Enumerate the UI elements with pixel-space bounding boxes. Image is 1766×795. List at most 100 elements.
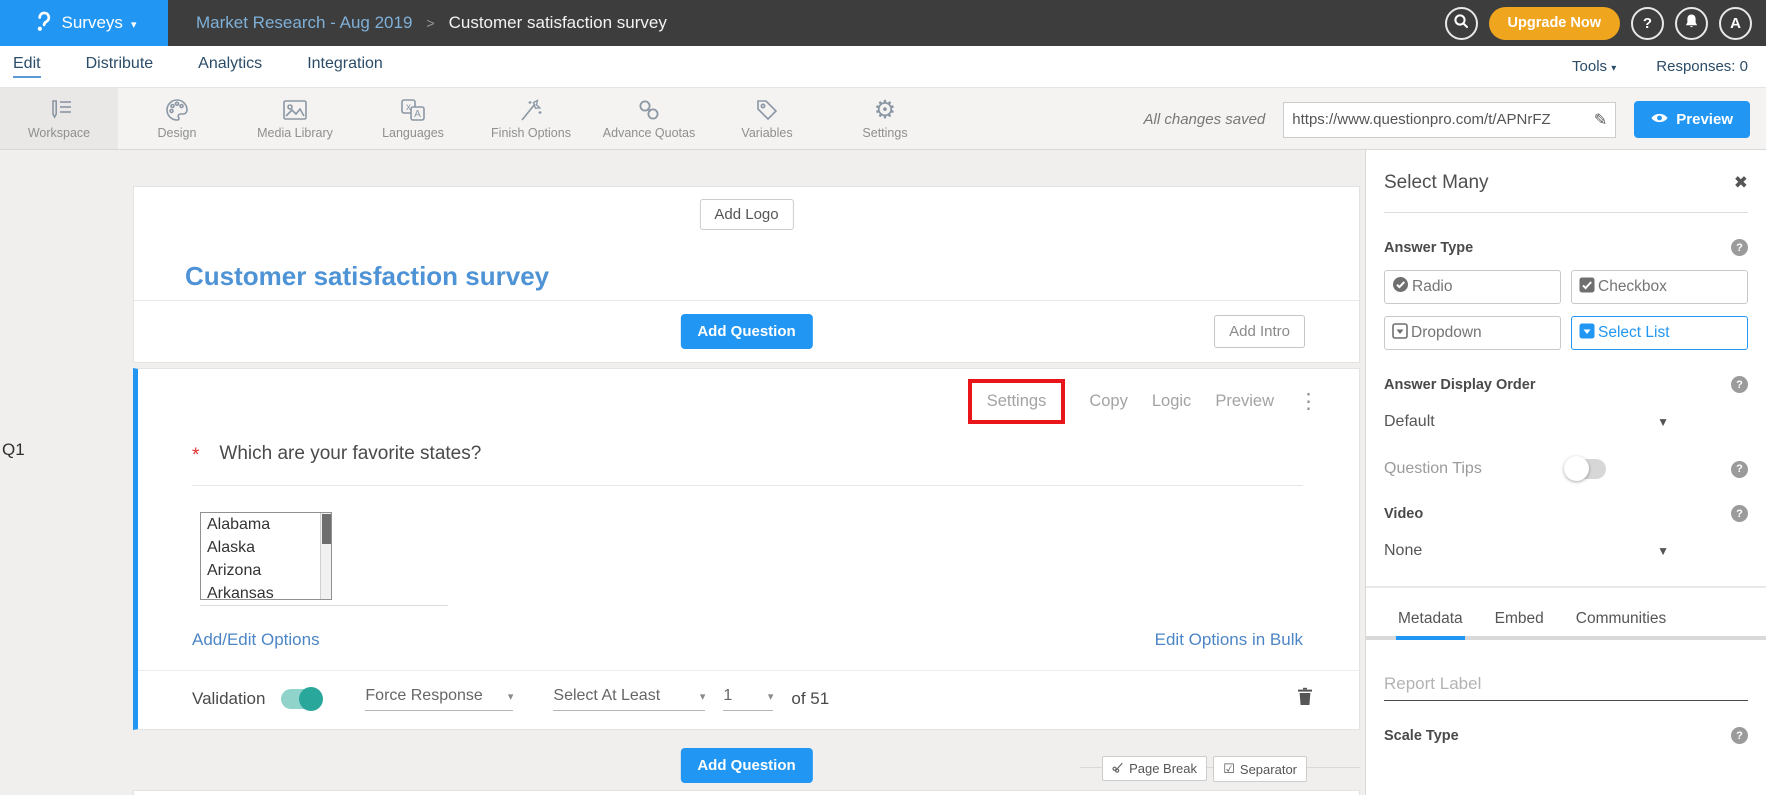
validation-rule-select[interactable]: Select At Least ▾	[553, 687, 705, 711]
select-list-icon	[1579, 323, 1595, 344]
responses-count[interactable]: Responses: 0	[1656, 58, 1748, 75]
notifications-button[interactable]	[1675, 7, 1708, 40]
survey-title[interactable]: Customer satisfaction survey	[185, 261, 549, 292]
video-select[interactable]: None ▼	[1384, 542, 1669, 560]
tools-menu[interactable]: Tools ▾	[1572, 58, 1616, 75]
divider	[200, 605, 448, 606]
section-nav: Edit Distribute Analytics Integration To…	[0, 46, 1766, 87]
list-item[interactable]: Alaska	[201, 536, 331, 559]
editor-toolbar: Workspace Design Media Library x A La	[0, 87, 1766, 150]
chevron-down-icon: ▾	[700, 690, 706, 703]
panel-title: Select Many	[1384, 172, 1489, 194]
tab-communities[interactable]: Communities	[1574, 602, 1668, 636]
toolbar-item-label: Languages	[382, 126, 444, 140]
force-response-select[interactable]: Force Response ▾	[365, 687, 513, 711]
answer-type-select-list[interactable]: Select List	[1571, 316, 1748, 350]
tab-metadata[interactable]: Metadata	[1396, 602, 1465, 640]
search-button[interactable]	[1445, 7, 1478, 40]
edit-url-icon[interactable]: ✎	[1594, 110, 1607, 130]
edit-options-in-bulk-link[interactable]: Edit Options in Bulk	[1155, 630, 1303, 650]
topbar-actions: Upgrade Now ? A	[1445, 7, 1752, 40]
validation-label: Validation	[192, 689, 265, 709]
help-icon[interactable]: ?	[1731, 376, 1748, 393]
question-card: Settings Copy Logic Preview ⋮ * Which ar…	[133, 368, 1360, 730]
tab-distribute[interactable]: Distribute	[86, 55, 154, 78]
question-tips-toggle[interactable]	[1566, 459, 1606, 479]
required-asterisk: *	[192, 445, 199, 467]
scale-type-label: Scale Type	[1384, 728, 1459, 744]
add-logo-button[interactable]: Add Logo	[699, 199, 793, 230]
answer-display-order-select[interactable]: Default ▼	[1384, 413, 1669, 431]
report-label-input[interactable]	[1384, 668, 1748, 701]
answer-type-checkbox[interactable]: Checkbox	[1571, 270, 1748, 304]
question-logic-button[interactable]: Logic	[1152, 392, 1191, 411]
help-icon[interactable]: ?	[1731, 727, 1748, 744]
toolbar-item-media-library[interactable]: Media Library	[236, 88, 354, 149]
trash-icon[interactable]	[1297, 687, 1313, 711]
checkbox-check-icon	[1579, 277, 1595, 298]
chevron-down-icon: ▼	[1657, 544, 1669, 558]
survey-canvas: Q1 Add Logo Customer satisfaction survey…	[0, 150, 1766, 795]
tab-edit[interactable]: Edit	[13, 55, 41, 78]
question-settings-button[interactable]: Settings	[987, 392, 1047, 410]
upgrade-now-button[interactable]: Upgrade Now	[1489, 7, 1620, 40]
list-item[interactable]: Alabama	[201, 513, 331, 536]
tab-embed[interactable]: Embed	[1493, 602, 1546, 636]
avatar[interactable]: A	[1719, 7, 1752, 40]
help-icon[interactable]: ?	[1731, 461, 1748, 478]
add-edit-options-link[interactable]: Add/Edit Options	[192, 630, 320, 650]
kebab-menu-icon[interactable]: ⋮	[1298, 391, 1319, 412]
help-button[interactable]: ?	[1631, 7, 1664, 40]
chevron-down-icon: ▾	[508, 690, 514, 703]
annotation-highlight-box: Settings	[968, 379, 1066, 424]
toolbar-item-design[interactable]: Design	[118, 88, 236, 149]
brand-menu[interactable]: Surveys ▾	[0, 0, 168, 46]
survey-header-footer: Add Question Add Intro	[134, 300, 1359, 363]
magic-wand-icon	[518, 97, 544, 123]
question-text[interactable]: Which are your favorite states?	[219, 443, 481, 465]
toolbar-item-finish-options[interactable]: Finish Options	[472, 88, 590, 149]
preview-button[interactable]: Preview	[1634, 101, 1750, 138]
toolbar-item-settings[interactable]: ⚙ Settings	[826, 88, 944, 149]
answer-type-radio[interactable]: Radio	[1384, 270, 1561, 304]
question-copy-button[interactable]: Copy	[1089, 392, 1128, 411]
svg-text:A: A	[414, 109, 421, 120]
answer-listbox[interactable]: Alabama Alaska Arizona Arkansas	[200, 512, 332, 600]
listbox-scrollbar[interactable]	[320, 513, 331, 599]
breadcrumb-current: Customer satisfaction survey	[449, 13, 667, 33]
toolbar-item-languages[interactable]: x A Languages	[354, 88, 472, 149]
list-item[interactable]: Arizona	[201, 559, 331, 582]
chevron-down-icon: ▾	[768, 690, 774, 703]
translate-icon: x A	[399, 97, 427, 123]
help-icon[interactable]: ?	[1731, 239, 1748, 256]
validation-count-select[interactable]: 1 ▾	[723, 687, 773, 711]
tab-integration[interactable]: Integration	[307, 55, 383, 78]
answer-type-dropdown[interactable]: Dropdown	[1384, 316, 1561, 350]
toolbar-item-advance-quotas[interactable]: Advance Quotas	[590, 88, 708, 149]
tab-analytics[interactable]: Analytics	[198, 55, 262, 78]
of-total-label: of 51	[791, 689, 829, 709]
video-label: Video	[1384, 506, 1423, 522]
help-icon[interactable]: ?	[1731, 505, 1748, 522]
page-break-button[interactable]: Page Break	[1102, 756, 1207, 781]
answer-type-label: Answer Type	[1384, 240, 1473, 256]
bell-icon	[1684, 13, 1699, 33]
list-item[interactable]: Arkansas	[201, 582, 331, 600]
page-break-icon	[1112, 761, 1124, 776]
toolbar-item-variables[interactable]: Variables	[708, 88, 826, 149]
question-mark-icon: ?	[1643, 15, 1652, 32]
question-settings-panel: Select Many ✖ Answer Type ? Radio Checkb…	[1365, 150, 1766, 795]
question-preview-button[interactable]: Preview	[1215, 392, 1274, 411]
add-intro-button[interactable]: Add Intro	[1214, 315, 1305, 348]
separator-button[interactable]: ☑ Separator	[1213, 756, 1307, 782]
validation-toggle[interactable]	[281, 689, 321, 709]
toolbar-item-label: Settings	[862, 126, 907, 140]
survey-url-input[interactable]	[1292, 111, 1590, 128]
toolbar-item-label: Media Library	[257, 126, 333, 140]
add-question-button-top[interactable]: Add Question	[680, 314, 812, 349]
checkbox-icon: ☑	[1223, 761, 1235, 777]
toolbar-item-workspace[interactable]: Workspace	[0, 88, 118, 149]
add-question-button-bottom[interactable]: Add Question	[680, 748, 812, 783]
close-icon[interactable]: ✖	[1734, 173, 1748, 193]
breadcrumb-folder[interactable]: Market Research - Aug 2019	[196, 13, 412, 33]
